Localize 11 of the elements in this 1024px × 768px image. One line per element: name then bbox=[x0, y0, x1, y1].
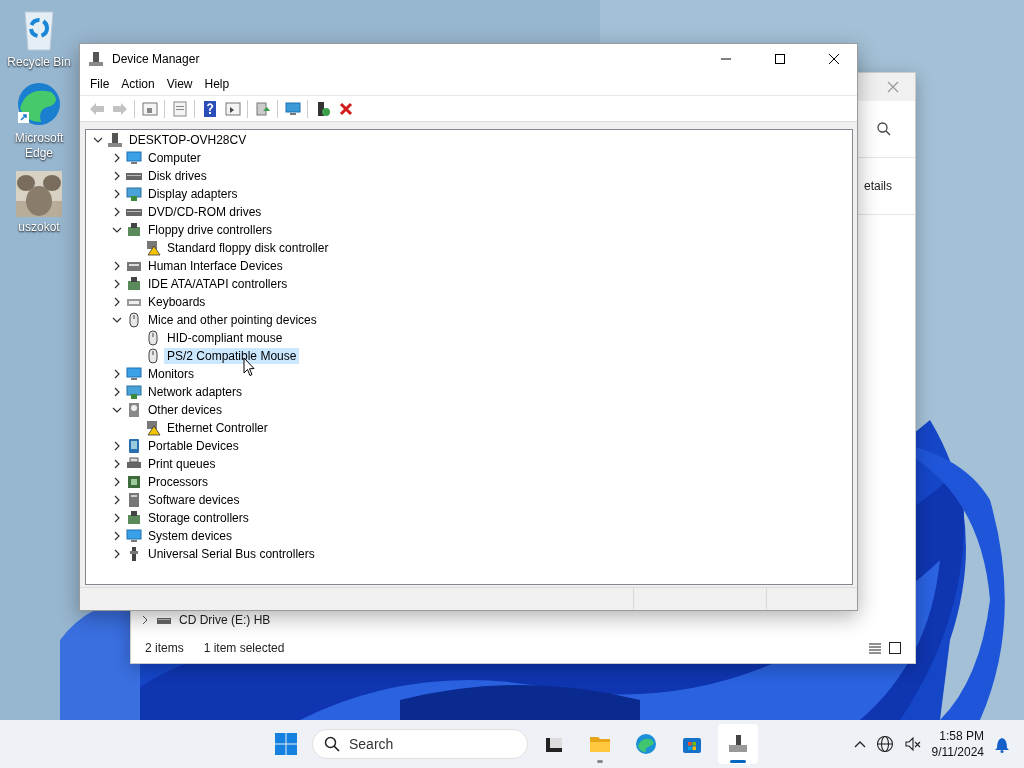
windows-logo-icon bbox=[274, 732, 298, 756]
globe-icon bbox=[875, 735, 894, 753]
bell-icon bbox=[994, 735, 1010, 753]
speaker-muted-icon bbox=[903, 735, 922, 753]
clock-time[interactable]: 1:58 PM bbox=[939, 728, 984, 744]
chevron-up-icon bbox=[853, 740, 866, 748]
clock-date[interactable]: 9/11/2024 bbox=[931, 744, 984, 760]
edge-icon bbox=[634, 732, 658, 756]
search-icon bbox=[324, 736, 340, 752]
search-field[interactable]: Search bbox=[312, 729, 528, 759]
taskbar-app[interactable] bbox=[718, 724, 758, 764]
